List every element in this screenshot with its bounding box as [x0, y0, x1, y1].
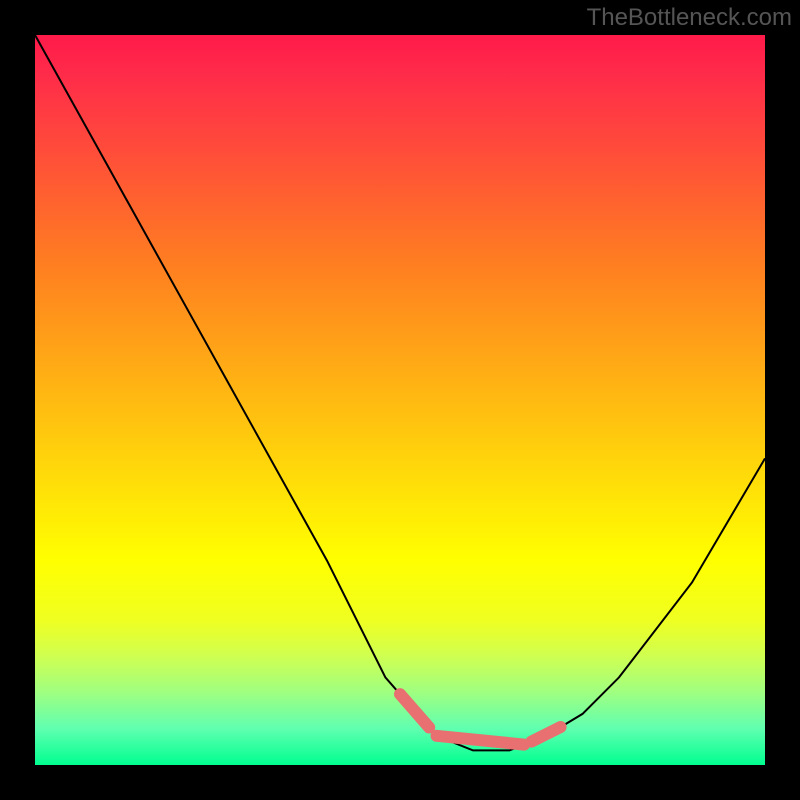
chart-plot-area — [35, 35, 765, 765]
bottleneck-curve-line — [35, 35, 765, 750]
chart-svg — [35, 35, 765, 765]
highlight-segment-3 — [531, 727, 560, 742]
highlight-segment-1 — [400, 694, 429, 727]
highlight-segment-2 — [437, 736, 525, 745]
watermark-text: TheBottleneck.com — [587, 4, 792, 32]
